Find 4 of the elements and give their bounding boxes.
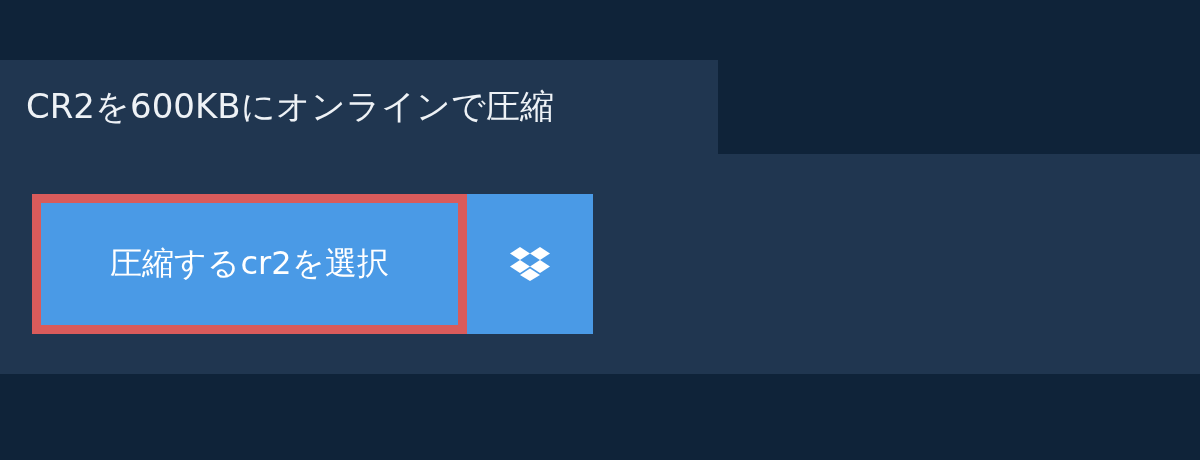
dropbox-button[interactable] — [467, 194, 593, 334]
select-file-button[interactable]: 圧縮するcr2を選択 — [32, 194, 467, 334]
page-title: CR2を600KBにオンラインで圧縮 — [26, 85, 554, 128]
dropbox-icon — [510, 246, 550, 282]
